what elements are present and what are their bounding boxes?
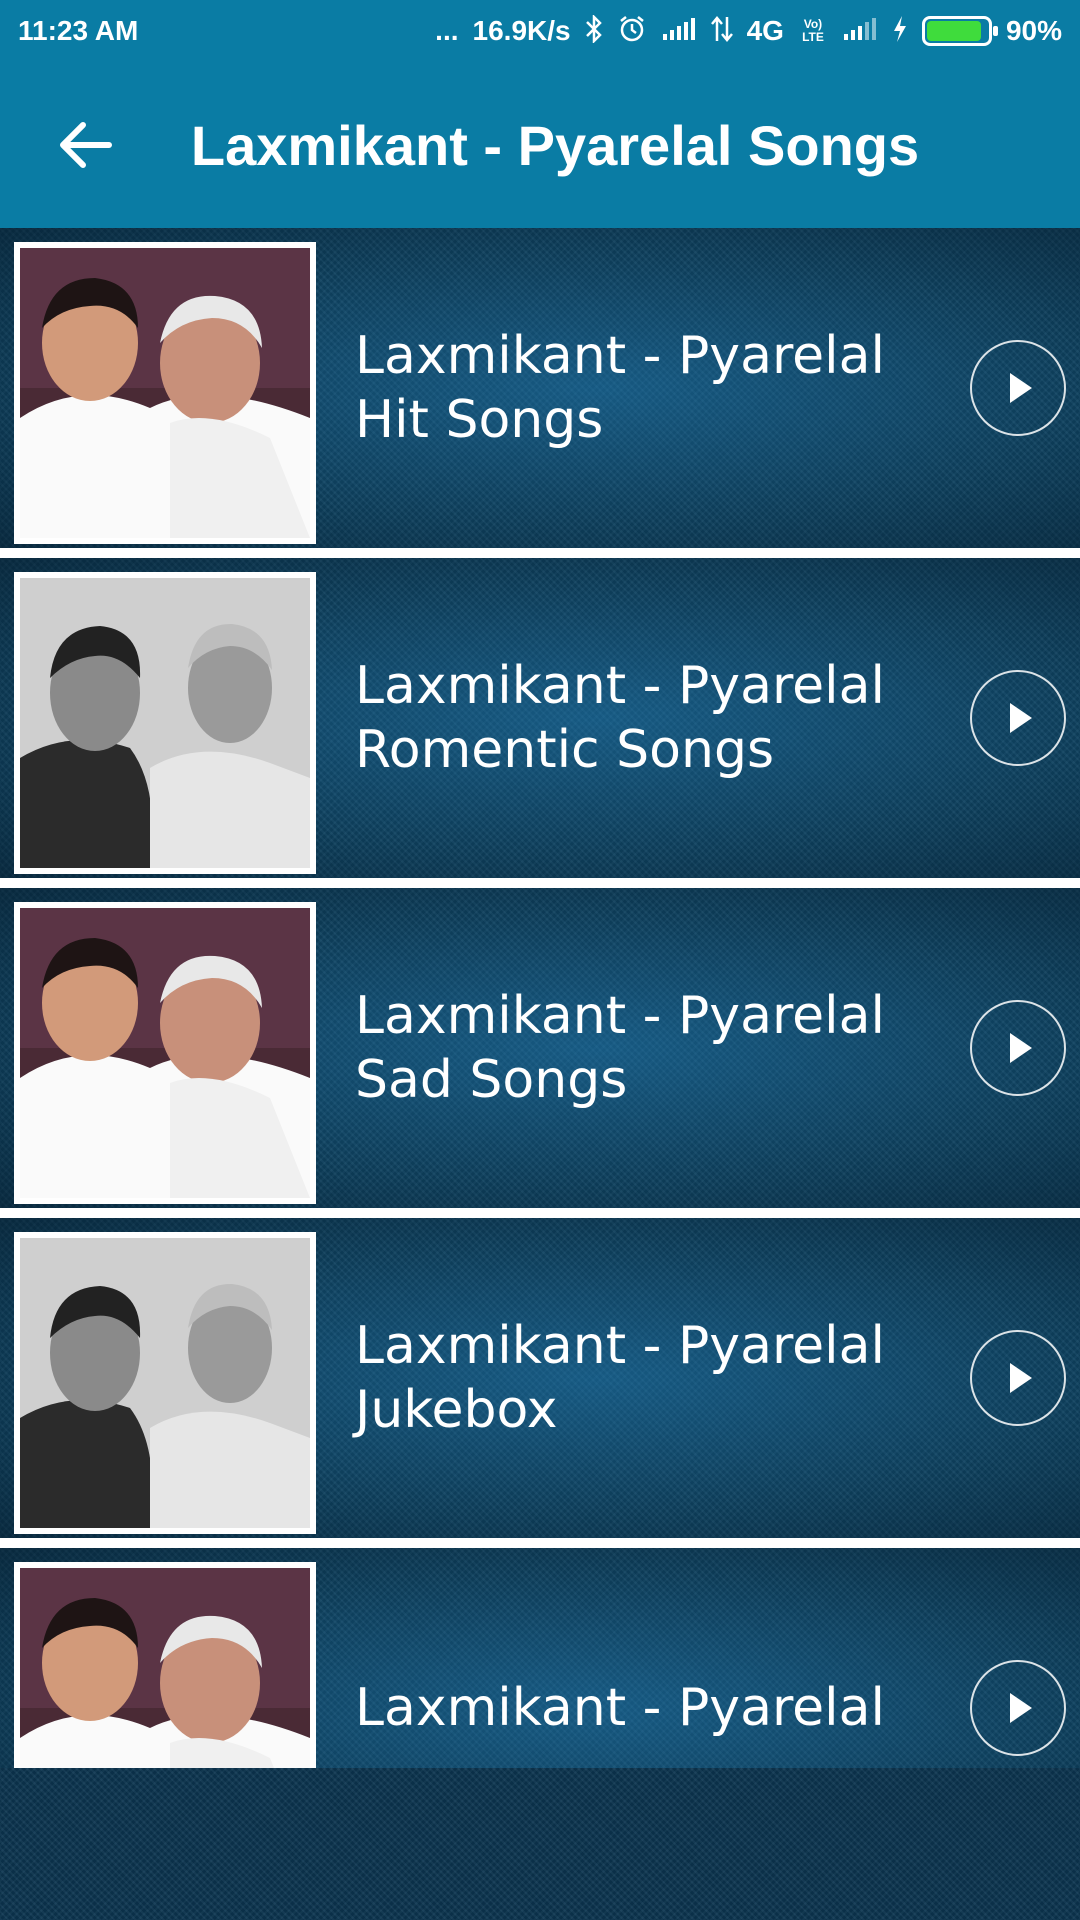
playlist-title-line2: Hit Songs [355, 390, 604, 450]
playlist-title: Laxmikant - Pyarelal Jukebox [355, 1218, 885, 1538]
playlist-title-line1: Laxmikant - Pyarelal [355, 986, 885, 1046]
status-bar: 11:23 AM ... 16.9K/s 4G Vo) LTE 90% [0, 0, 1080, 62]
playlist-thumbnail [14, 572, 316, 874]
playlist-thumbnail [14, 1232, 316, 1534]
signal-icon [661, 16, 697, 46]
playlist-title-line2: Sad Songs [355, 1050, 628, 1110]
battery-fill [926, 21, 981, 41]
playlist-title: Laxmikant - Pyarelal Sad Songs [355, 888, 885, 1208]
playlist-title: Laxmikant - Pyarelal Hit Songs [355, 228, 885, 548]
playlist-item[interactable]: Laxmikant - Pyarelal Hit Songs [0, 228, 1080, 558]
playlist-list[interactable]: Laxmikant - Pyarelal Hit Songs Laxmikant… [0, 228, 1080, 1768]
network-speed: 16.9K/s [472, 15, 571, 46]
app-bar: Laxmikant - Pyarelal Songs [0, 62, 1080, 228]
playlist-title-line2: Jukebox [355, 1380, 558, 1440]
playlist-title: Laxmikant - Pyarelal Romentic Songs [355, 558, 885, 878]
battery-icon [921, 16, 998, 46]
play-button[interactable] [970, 1660, 1066, 1756]
charging-icon [892, 15, 908, 47]
page-title: Laxmikant - Pyarelal Songs [190, 113, 920, 177]
playlist-item[interactable]: Laxmikant - Pyarelal Romentic Songs [0, 558, 1080, 888]
volte-badge: Vo) LTE [802, 17, 824, 44]
playlist-title-line1: Laxmikant - Pyarelal [355, 1316, 885, 1376]
playlist-item[interactable]: Laxmikant - Pyarelal Sad Songs [0, 888, 1080, 1218]
battery-percent: 90% [1005, 15, 1062, 46]
playlist-item[interactable]: Laxmikant - Pyarelal Jukebox [0, 1218, 1080, 1548]
play-button[interactable] [970, 1000, 1066, 1096]
bluetooth-icon [585, 13, 603, 47]
play-icon [1010, 1033, 1032, 1063]
status-dots: ... [435, 15, 459, 46]
signal-icon [842, 16, 878, 46]
playlist-title-line1: Laxmikant - Pyarelal [355, 326, 885, 386]
data-arrows-icon [710, 15, 733, 47]
network-type: 4G [746, 15, 784, 46]
play-icon [1010, 1693, 1032, 1723]
play-button[interactable] [970, 670, 1066, 766]
alarm-icon [617, 14, 647, 48]
playlist-thumbnail [14, 242, 316, 544]
screen: 11:23 AM ... 16.9K/s 4G Vo) LTE 90% Laxm… [0, 0, 1080, 1920]
playlist-item[interactable]: Laxmikant - Pyarelal [0, 1548, 1080, 1768]
bottom-background [0, 1768, 1080, 1920]
playlist-title-line1: Laxmikant - Pyarelal [355, 656, 885, 716]
playlist-title: Laxmikant - Pyarelal [355, 1548, 885, 1768]
status-time: 11:23 AM [18, 15, 139, 46]
play-button[interactable] [970, 340, 1066, 436]
playlist-thumbnail [14, 902, 316, 1204]
play-button[interactable] [970, 1330, 1066, 1426]
arrow-left-icon [60, 122, 112, 168]
play-icon [1010, 1363, 1032, 1393]
status-icons: ... 16.9K/s 4G Vo) LTE 90% [435, 13, 1062, 48]
back-button[interactable] [40, 100, 130, 190]
playlist-title-line1: Laxmikant - Pyarelal [355, 1678, 885, 1738]
playlist-title-line2: Romentic Songs [355, 720, 775, 780]
play-icon [1010, 703, 1032, 733]
play-icon [1010, 373, 1032, 403]
playlist-thumbnail [14, 1562, 316, 1768]
